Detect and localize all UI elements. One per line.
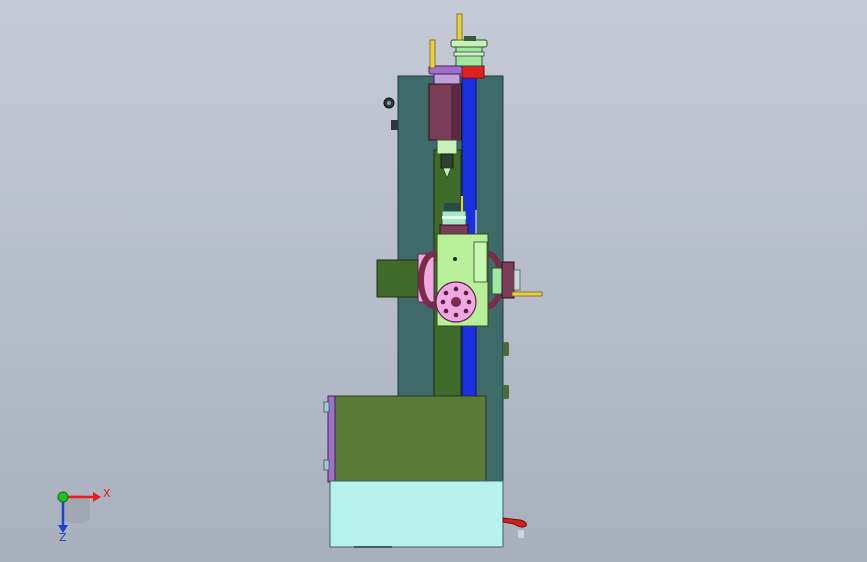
column-bolt: [387, 101, 391, 105]
chuck-hole: [463, 290, 469, 296]
chuck-hole: [443, 290, 449, 296]
base-red-lever[interactable]: [502, 517, 527, 528]
top-spindle-flange: [450, 39, 488, 48]
cad-viewport[interactable]: X Z: [0, 0, 867, 562]
head-block-hole: [453, 257, 457, 261]
chuck-center: [451, 297, 461, 307]
chuck-hole: [463, 308, 469, 314]
head-spindle-rod: [461, 196, 463, 212]
motor-collar: [433, 73, 461, 85]
motor-handle-yellow[interactable]: [429, 39, 436, 69]
motor-nose: [436, 139, 458, 155]
head-spindle-ring-band: [442, 216, 466, 219]
right-actuator-base: [491, 267, 503, 295]
coordinate-triad: X Z: [57, 487, 111, 544]
base-handwheel-stub: [518, 530, 524, 538]
top-spindle-cap: [464, 36, 476, 41]
column-side-knob: [503, 385, 509, 399]
chuck-hole: [453, 312, 459, 318]
column-side-knob: [503, 342, 509, 356]
head-block-side: [473, 241, 488, 283]
chuck-hole: [443, 308, 449, 314]
triad-x-label: X: [103, 487, 111, 500]
right-handle-yellow[interactable]: [511, 291, 543, 297]
base-olive-block[interactable]: [333, 395, 487, 483]
chuck-hole: [466, 299, 472, 305]
top-handle-yellow[interactable]: [456, 13, 463, 41]
base-plate-bolt: [323, 401, 330, 413]
triad-x-arrow-icon: [93, 492, 101, 502]
chuck-hole: [453, 286, 459, 292]
chuck-hole: [440, 299, 446, 305]
top-spindle-ring: [453, 51, 485, 57]
top-red-block[interactable]: [461, 65, 485, 79]
right-actuator-cap: [513, 269, 521, 291]
motor-block-shade: [451, 84, 461, 140]
base-plate-bolt: [323, 459, 330, 471]
motor-tip: [440, 153, 454, 169]
column-lug: [391, 120, 398, 130]
triad-y-origin-icon: [57, 491, 69, 503]
base-cyan-block[interactable]: [329, 480, 504, 548]
triad-z-label: Z: [59, 531, 67, 544]
